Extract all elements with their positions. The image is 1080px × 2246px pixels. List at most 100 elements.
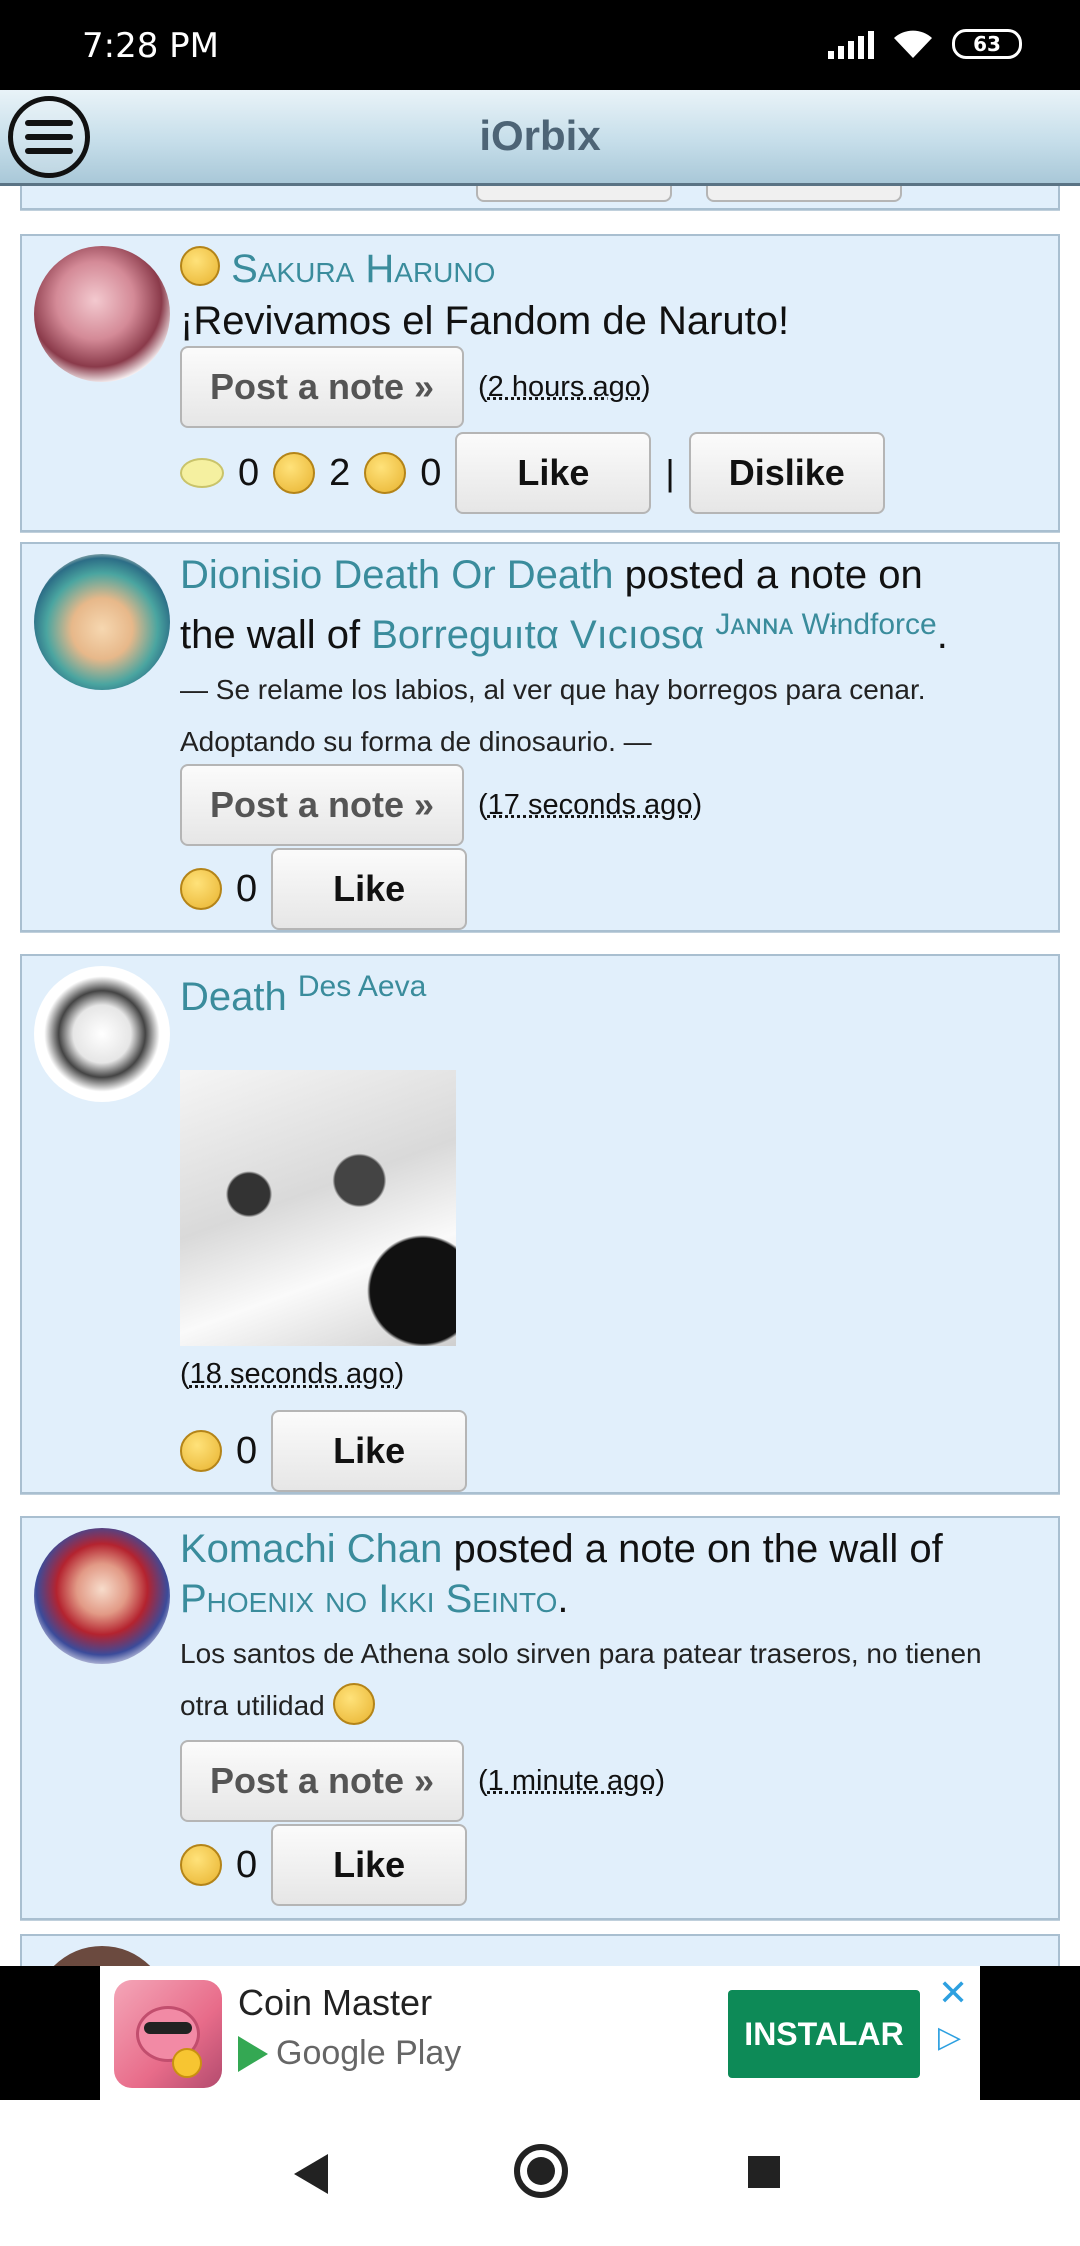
dislike-count: 0 — [420, 451, 442, 494]
like-face-icon — [180, 868, 222, 910]
ad-banner: Coin Master Google Play INSTALAR ✕ ▷ — [0, 1966, 1080, 2100]
dislike-face-icon — [364, 452, 407, 494]
activity-feed[interactable]: Sakura Haruno ¡Revivamos el Fandom de Na… — [0, 186, 1080, 1966]
post-text: ¡Revivamos el Fandom de Naruto! — [180, 299, 790, 343]
target-link[interactable]: Phoenix no Ikki Seinto — [180, 1577, 557, 1621]
status-icons: 63 — [828, 28, 1022, 60]
timestamp-link[interactable]: (2 hours ago) — [478, 371, 651, 404]
back-icon[interactable] — [294, 2154, 328, 2194]
wifi-icon — [894, 30, 932, 58]
app-header: iOrbix — [0, 90, 1080, 186]
punctuation: . — [557, 1577, 569, 1621]
target-tag: Jᴀɴɴᴀ Wɨndforce — [715, 608, 937, 641]
avatar[interactable] — [34, 1946, 170, 1966]
like-button-partial[interactable] — [476, 186, 672, 202]
paren: ) — [655, 1764, 666, 1797]
home-dot — [527, 2157, 555, 2185]
feed-card-partial — [20, 186, 1060, 210]
like-count: 2 — [329, 451, 351, 494]
signal-icon — [828, 29, 874, 59]
post-note-button[interactable]: Post a note » — [180, 1740, 464, 1822]
target-link[interactable]: Borreguıtα Vıcıosα — [371, 613, 704, 657]
punctuation: . — [936, 613, 948, 657]
app-icon[interactable] — [114, 1980, 222, 2088]
install-button[interactable]: INSTALAR — [728, 1990, 920, 2078]
paren: ( — [180, 1358, 190, 1390]
dislike-button[interactable]: Dislike — [688, 432, 885, 514]
post-body-line: — Se relame los labios, al ver que hay b… — [180, 674, 926, 705]
post-header-line2: the wall of Borreguıtα Vıcıosα Jᴀɴɴᴀ Wɨn… — [180, 600, 1048, 660]
post-header: Death Des Aeva — [180, 962, 1048, 1022]
timestamp-text: 17 seconds ago — [487, 788, 693, 821]
feed-card: Komachi Chan posted a note on the wall o… — [20, 1516, 1060, 1920]
feed-card: Death Des Aeva (18 seconds ago) 0 Like — [20, 954, 1060, 1494]
avatar[interactable] — [34, 966, 170, 1102]
post-header: Komachi Chan posted a note on the wall o… — [180, 1524, 1048, 1574]
author-link[interactable]: Death — [180, 975, 287, 1019]
post-body-text: otra utilidad — [180, 1690, 325, 1721]
adchoices-icon[interactable]: ▷ — [938, 2020, 961, 2055]
post-note-button[interactable]: Post a note » — [180, 346, 464, 428]
google-play-icon — [238, 2035, 268, 2072]
ad-content[interactable]: Coin Master Google Play INSTALAR ✕ ▷ — [100, 1966, 980, 2100]
paren: ( — [478, 370, 488, 403]
paren: ( — [478, 788, 488, 821]
timestamp-text: 18 seconds ago — [189, 1358, 395, 1390]
separator: | — [665, 452, 675, 493]
post-header: Dionisio Death Or Death posted a note on — [180, 550, 1048, 600]
laughing-emoji-icon — [332, 1683, 375, 1725]
avatar[interactable] — [34, 1528, 170, 1664]
paren: ) — [394, 1358, 405, 1390]
like-button[interactable]: Like — [271, 1410, 468, 1492]
post-header-line2: Phoenix no Ikki Seinto. — [180, 1574, 1048, 1624]
app-title: iOrbix — [479, 112, 601, 159]
timestamp-link[interactable]: (18 seconds ago) — [180, 1358, 404, 1391]
like-count: 0 — [236, 1843, 258, 1886]
post-header: Sakura Haruno — [180, 244, 1048, 294]
post-body-line: Los santos de Athena solo sirven para pa… — [180, 1638, 982, 1669]
like-face-icon — [180, 1430, 222, 1472]
avatar[interactable] — [34, 246, 170, 382]
recent-apps-icon[interactable] — [748, 2156, 780, 2188]
home-icon[interactable] — [514, 2144, 568, 2198]
avatar[interactable] — [34, 554, 170, 690]
store-label: Google Play — [276, 2034, 462, 2072]
laughing-emoji-icon — [180, 246, 220, 286]
like-button[interactable]: Like — [271, 1824, 468, 1906]
battery-icon: 63 — [952, 29, 1022, 59]
timestamp-link[interactable]: (17 seconds ago) — [478, 789, 702, 822]
feed-card: Dionisio Death Or Death posted a note on… — [20, 542, 1060, 932]
timestamp-text: 2 hours ago — [487, 370, 641, 403]
like-face-icon — [180, 1844, 222, 1886]
post-note-button[interactable]: Post a note » — [180, 764, 464, 846]
dislike-button-partial[interactable] — [706, 186, 902, 202]
like-count: 0 — [236, 867, 258, 910]
post-image[interactable] — [180, 1070, 456, 1346]
status-bar: 7:28 PM 63 — [0, 0, 1080, 90]
timestamp-link[interactable]: (1 minute ago) — [478, 1765, 665, 1798]
comment-count: 0 — [238, 451, 260, 494]
close-icon[interactable]: ✕ — [938, 1972, 968, 2014]
post-action: posted a note on the wall of — [453, 1527, 943, 1571]
paren: ) — [692, 788, 703, 821]
author-link[interactable]: Komachi Chan — [180, 1527, 442, 1571]
ad-title: Coin Master — [238, 1982, 433, 2023]
like-button[interactable]: Like — [271, 848, 468, 930]
ad-store: Google Play — [238, 2034, 461, 2073]
post-action: posted a note on — [624, 553, 923, 597]
paren: ) — [640, 370, 651, 403]
feed-card-partial — [20, 1934, 1060, 1966]
navigation-bar — [0, 2100, 1080, 2246]
post-action2: the wall of — [180, 613, 361, 657]
author-link[interactable]: Sakura Haruno — [231, 247, 495, 291]
paren: ( — [478, 1764, 488, 1797]
post-body-line: Adoptando su forma de dinosaurio. — — [180, 726, 652, 757]
status-time: 7:28 PM — [82, 26, 219, 66]
feed-card: Sakura Haruno ¡Revivamos el Fandom de Na… — [20, 234, 1060, 532]
comment-icon — [180, 458, 224, 488]
author-link[interactable]: Dionisio Death Or Death — [180, 553, 614, 597]
like-count: 0 — [236, 1429, 258, 1472]
timestamp-text: 1 minute ago — [487, 1764, 656, 1797]
like-face-icon — [273, 452, 316, 494]
like-button[interactable]: Like — [455, 432, 652, 514]
